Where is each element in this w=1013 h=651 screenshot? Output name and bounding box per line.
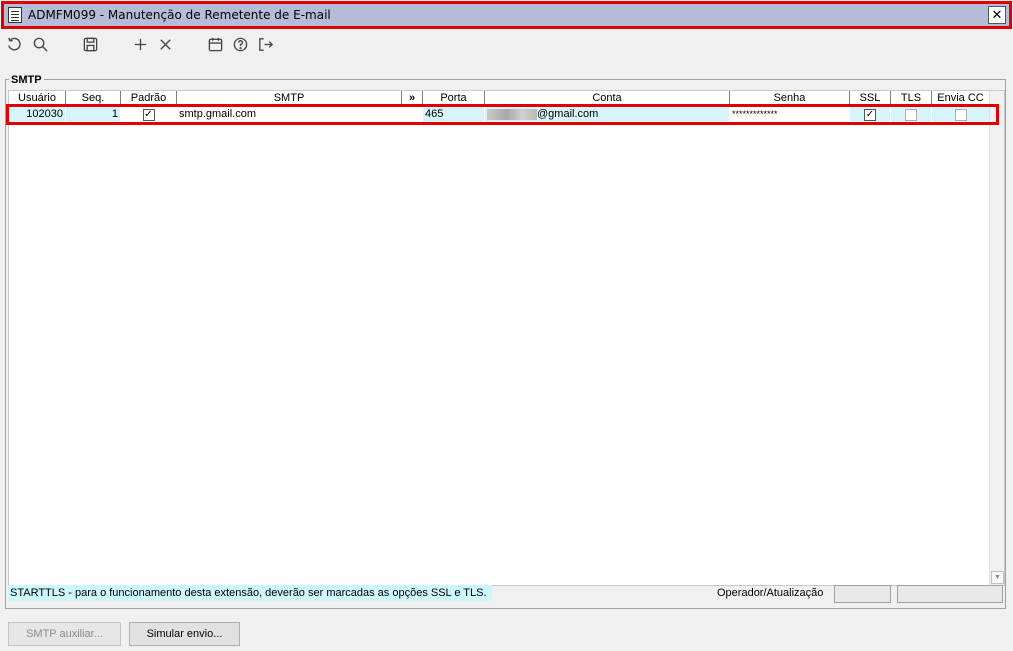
col-expand[interactable]: » bbox=[402, 91, 423, 106]
delete-icon[interactable] bbox=[156, 35, 174, 53]
cell-senha[interactable]: ************* bbox=[730, 107, 850, 123]
col-ssl[interactable]: SSL bbox=[850, 91, 891, 106]
cell-envia-cc[interactable] bbox=[932, 107, 990, 123]
table-row[interactable]: 102030 1 ✓ smtp.gmail.com 465 @gmail.com… bbox=[9, 107, 990, 123]
cell-porta[interactable]: 465 bbox=[423, 107, 485, 123]
operator-field bbox=[834, 585, 891, 603]
update-field bbox=[897, 585, 1003, 603]
window-title: ADMFM099 - Manutenção de Remetente de E-… bbox=[28, 8, 331, 22]
vertical-scrollbar[interactable]: ▼ bbox=[989, 91, 1004, 585]
simular-envio-button[interactable]: Simular envio... bbox=[129, 622, 240, 646]
grid-header: Usuário Seq. Padrão SMTP » Porta Conta S… bbox=[9, 91, 990, 106]
search-icon[interactable] bbox=[31, 35, 49, 53]
save-icon[interactable] bbox=[81, 35, 99, 53]
starttls-hint: STARTTLS - para o funcionamento desta ex… bbox=[8, 585, 492, 601]
help-icon[interactable] bbox=[231, 35, 249, 53]
col-tls[interactable]: TLS bbox=[891, 91, 932, 106]
col-padrao[interactable]: Padrão bbox=[121, 91, 177, 106]
calendar-icon[interactable] bbox=[206, 35, 224, 53]
operator-label: Operador/Atualização bbox=[717, 587, 824, 599]
ssl-checkbox[interactable]: ✓ bbox=[864, 109, 876, 121]
document-icon bbox=[8, 7, 22, 23]
cell-ssl[interactable]: ✓ bbox=[850, 107, 891, 123]
smtp-auxiliar-button[interactable]: SMTP auxiliar... bbox=[8, 622, 121, 646]
envia-cc-checkbox[interactable] bbox=[954, 109, 967, 121]
close-icon: ✕ bbox=[991, 7, 1003, 23]
toolbar bbox=[0, 30, 1013, 58]
col-porta[interactable]: Porta bbox=[423, 91, 485, 106]
undo-icon[interactable] bbox=[5, 35, 23, 53]
exit-icon[interactable] bbox=[256, 35, 274, 53]
smtp-grid[interactable]: Usuário Seq. Padrão SMTP » Porta Conta S… bbox=[8, 90, 1005, 586]
col-seq[interactable]: Seq. bbox=[66, 91, 121, 106]
col-smtp[interactable]: SMTP bbox=[177, 91, 402, 106]
cell-tls[interactable] bbox=[891, 107, 932, 123]
redacted-account bbox=[487, 108, 537, 120]
tls-checkbox[interactable] bbox=[905, 109, 917, 121]
smtp-group-label: SMTP bbox=[9, 74, 44, 86]
conta-suffix: @gmail.com bbox=[537, 108, 599, 120]
cell-smtp[interactable]: smtp.gmail.com bbox=[177, 107, 423, 123]
col-conta[interactable]: Conta bbox=[485, 91, 730, 106]
cell-padrao[interactable]: ✓ bbox=[121, 107, 177, 123]
col-envia-cc[interactable]: Envia CC bbox=[932, 91, 990, 106]
app-window: ADMFM099 - Manutenção de Remetente de E-… bbox=[0, 0, 1013, 651]
padrao-checkbox[interactable]: ✓ bbox=[142, 109, 155, 121]
cell-conta[interactable]: @gmail.com bbox=[485, 107, 730, 123]
col-usuario[interactable]: Usuário bbox=[9, 91, 66, 106]
title-bar: ADMFM099 - Manutenção de Remetente de E-… bbox=[1, 1, 1012, 29]
cell-usuario[interactable]: 102030 bbox=[9, 107, 66, 123]
cell-seq[interactable]: 1 bbox=[66, 107, 121, 123]
close-button[interactable]: ✕ bbox=[988, 6, 1006, 24]
add-icon[interactable] bbox=[131, 35, 149, 53]
col-senha[interactable]: Senha bbox=[730, 91, 850, 106]
scroll-down-icon[interactable]: ▼ bbox=[991, 571, 1004, 584]
